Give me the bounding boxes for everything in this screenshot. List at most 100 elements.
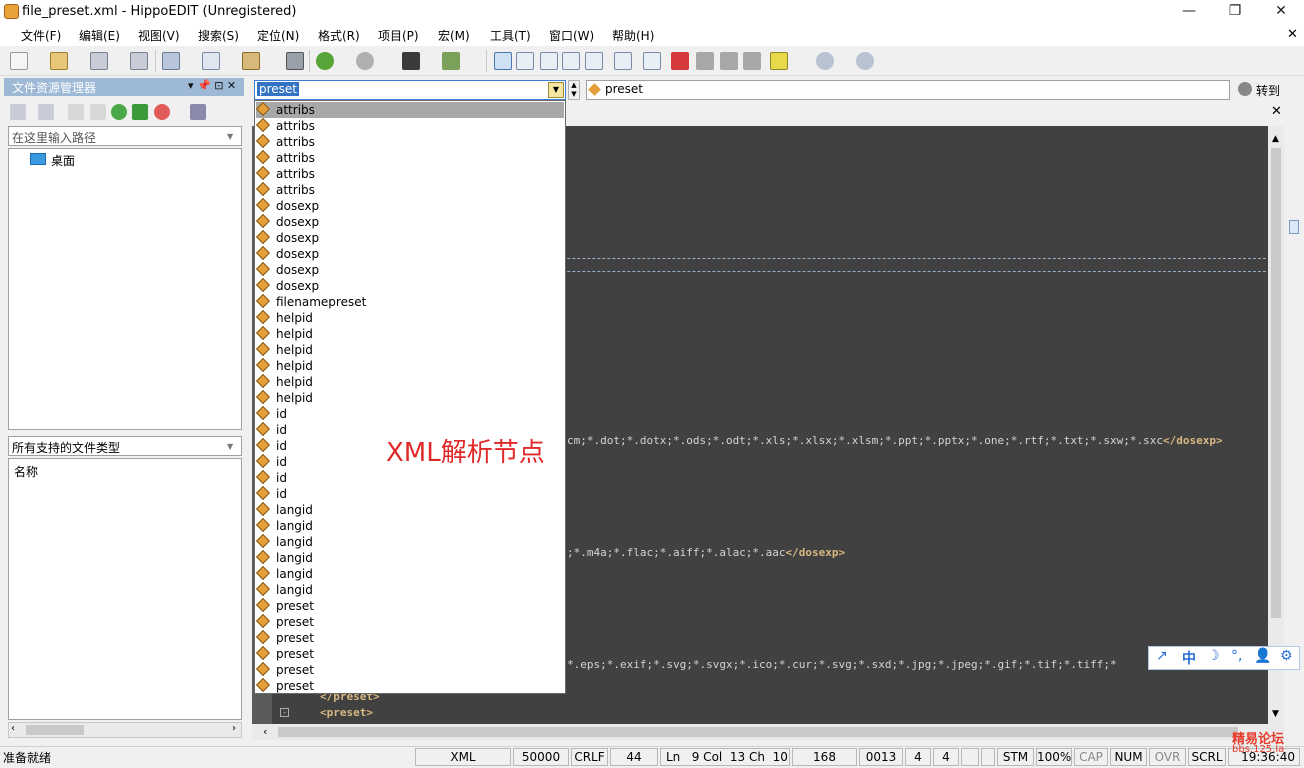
doc-close-icon[interactable]: ✕ bbox=[1287, 27, 1298, 42]
cut-icon[interactable] bbox=[162, 52, 180, 70]
sync-icon[interactable] bbox=[132, 104, 148, 120]
scrollbar-thumb[interactable] bbox=[26, 725, 84, 735]
menu-search[interactable]: 搜索(S) bbox=[198, 27, 239, 44]
print-icon[interactable] bbox=[286, 52, 304, 70]
marker-red-icon[interactable] bbox=[671, 52, 689, 70]
comment-icon[interactable] bbox=[540, 52, 558, 70]
status-zoom[interactable]: 100% bbox=[1036, 748, 1072, 766]
dropdown-item-label: preset bbox=[276, 615, 315, 629]
menu-macro[interactable]: 宏(M) bbox=[438, 27, 470, 44]
menu-window[interactable]: 窗口(W) bbox=[549, 27, 594, 44]
dropdown-item-label: dosexp bbox=[276, 231, 320, 245]
dropdown-item-label: dosexp bbox=[276, 199, 320, 213]
open-folder-icon[interactable] bbox=[50, 52, 68, 70]
dropdown-item-label: id bbox=[276, 471, 287, 485]
copy-icon[interactable] bbox=[202, 52, 220, 70]
dropdown-item[interactable] bbox=[256, 470, 564, 486]
menu-tools[interactable]: 工具(T) bbox=[490, 27, 531, 44]
dropdown-item[interactable] bbox=[256, 406, 564, 422]
ime-chinese-icon[interactable]: 中 bbox=[1182, 648, 1196, 668]
close-tab-icon[interactable]: ✕ bbox=[1271, 104, 1282, 119]
status-indent: 4 bbox=[933, 748, 959, 766]
new-file-icon[interactable] bbox=[10, 52, 28, 70]
close-button[interactable]: ✕ bbox=[1258, 0, 1304, 24]
app-logo-icon bbox=[4, 4, 19, 19]
menu-project[interactable]: 项目(P) bbox=[378, 27, 419, 44]
scroll-right-icon[interactable]: › bbox=[232, 723, 236, 734]
dropdown-item[interactable] bbox=[256, 486, 564, 502]
dropdown-item-label: preset bbox=[276, 647, 315, 661]
scroll-up-icon[interactable]: ▲ bbox=[1272, 134, 1279, 144]
chevron-down-icon[interactable]: ▼ bbox=[227, 442, 233, 451]
folder-up-icon[interactable] bbox=[68, 104, 84, 120]
ime-settings-icon[interactable]: ⚙ bbox=[1280, 648, 1293, 664]
forward-icon[interactable] bbox=[38, 104, 54, 120]
indent-icon[interactable] bbox=[562, 52, 580, 70]
folder-icon[interactable] bbox=[90, 104, 106, 120]
menu-edit[interactable]: 编辑(E) bbox=[79, 27, 120, 44]
find-icon[interactable] bbox=[402, 52, 420, 70]
redo-icon[interactable] bbox=[356, 52, 374, 70]
scroll-down-icon[interactable]: ▼ bbox=[1272, 709, 1279, 719]
ime-switch-icon[interactable]: ↗ bbox=[1156, 648, 1168, 664]
save-icon[interactable] bbox=[90, 52, 108, 70]
menu-file[interactable]: 文件(F) bbox=[21, 27, 61, 44]
fold-toggle-icon[interactable]: - bbox=[280, 708, 289, 717]
word-wrap-icon[interactable] bbox=[614, 52, 632, 70]
scroll-left-icon[interactable]: ‹ bbox=[263, 725, 267, 738]
overview-marker[interactable] bbox=[1289, 220, 1299, 234]
dropdown-item-label: attribs bbox=[276, 103, 315, 117]
paste-icon[interactable] bbox=[242, 52, 260, 70]
menu-help[interactable]: 帮助(H) bbox=[612, 27, 654, 44]
favorites-icon[interactable] bbox=[154, 104, 170, 120]
dropdown-item-label: id bbox=[276, 439, 287, 453]
tree-item-desktop[interactable]: 桌面 bbox=[51, 152, 75, 169]
maximize-button[interactable]: ❐ bbox=[1212, 0, 1258, 24]
location-field[interactable] bbox=[586, 80, 1230, 100]
status-overwrite: OVR bbox=[1149, 748, 1186, 766]
search-input[interactable]: preset bbox=[257, 82, 300, 96]
chevron-down-icon[interactable]: ▼ bbox=[227, 132, 233, 141]
dropdown-item-label: attribs bbox=[276, 167, 315, 181]
spell-check-icon[interactable] bbox=[770, 52, 788, 70]
marker-next-icon[interactable] bbox=[720, 52, 738, 70]
spinner-icon[interactable]: ▲ ▼ bbox=[568, 80, 580, 100]
format-icon[interactable] bbox=[516, 52, 534, 70]
panel-pin-icon[interactable]: ▾ 📌 ⊡ ✕ bbox=[188, 79, 236, 92]
dropdown-item-label: id bbox=[276, 423, 287, 437]
scrollbar-thumb[interactable] bbox=[1271, 148, 1281, 618]
dropdown-item-label: preset bbox=[276, 599, 315, 613]
status-position[interactable]: Ln 9 Col 13 Ch 10 bbox=[660, 748, 790, 766]
replace-icon[interactable] bbox=[442, 52, 460, 70]
settings-tools-icon[interactable] bbox=[190, 104, 206, 120]
search-combo[interactable] bbox=[254, 80, 566, 100]
toggle-bookmark-icon[interactable] bbox=[494, 52, 512, 70]
scroll-left-icon[interactable]: ‹ bbox=[11, 723, 15, 734]
refresh-icon[interactable] bbox=[111, 104, 127, 120]
undo-icon[interactable] bbox=[316, 52, 334, 70]
marker-clear-icon[interactable] bbox=[743, 52, 761, 70]
split-view-icon[interactable] bbox=[643, 52, 661, 70]
save-all-icon[interactable] bbox=[130, 52, 148, 70]
menu-navigate[interactable]: 定位(N) bbox=[257, 27, 299, 44]
outdent-icon[interactable] bbox=[585, 52, 603, 70]
dropdown-arrow-icon[interactable]: ▼ bbox=[548, 82, 564, 98]
scrollbar-thumb[interactable] bbox=[278, 727, 1238, 737]
back-icon[interactable] bbox=[816, 52, 834, 70]
dropdown-item-label: langid bbox=[276, 551, 313, 565]
goto-button[interactable]: 转到 bbox=[1256, 82, 1280, 99]
goto-icon[interactable] bbox=[1238, 82, 1252, 96]
status-language[interactable]: XML bbox=[415, 748, 511, 766]
menu-format[interactable]: 格式(R) bbox=[318, 27, 360, 44]
ime-moon-icon[interactable]: ☽ bbox=[1207, 648, 1220, 664]
code-line: ;*.m4a;*.flac;*.aiff;*.alac;*.aac</dosex… bbox=[567, 546, 845, 559]
back-icon[interactable] bbox=[10, 104, 26, 120]
minimize-button[interactable]: — bbox=[1166, 0, 1212, 24]
ime-punctuation-icon[interactable]: °, bbox=[1231, 648, 1242, 664]
ime-user-icon[interactable]: 👤 bbox=[1254, 648, 1271, 664]
marker-icon[interactable] bbox=[696, 52, 714, 70]
column-header-name[interactable]: 名称 bbox=[14, 463, 38, 480]
forward-icon[interactable] bbox=[856, 52, 874, 70]
status-eol[interactable]: CRLF bbox=[571, 748, 608, 766]
menu-view[interactable]: 视图(V) bbox=[138, 27, 180, 44]
